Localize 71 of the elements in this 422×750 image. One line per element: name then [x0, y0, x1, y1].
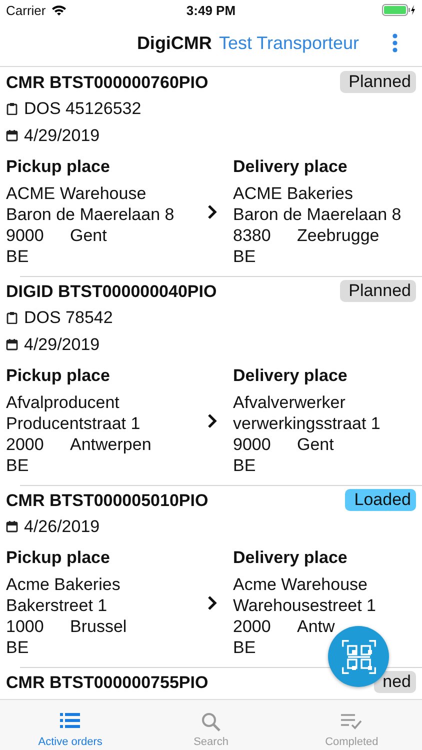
company-name: ACME Warehouse: [6, 183, 146, 204]
status-badge: ned: [374, 671, 416, 693]
country-code: BE: [6, 246, 29, 267]
city-name: Gent: [297, 434, 334, 455]
company-name: Afvalverwerker: [233, 392, 346, 413]
dossier-number: DOS 45126532: [24, 98, 142, 119]
order-date: 4/26/2019: [24, 516, 100, 537]
postal-code: 9000: [233, 434, 272, 455]
street-address: Warehousestreet 1: [233, 595, 376, 616]
more-icon: [392, 33, 398, 53]
wifi-icon: [50, 4, 67, 16]
calendar-icon: [6, 129, 18, 142]
calendar-icon: [6, 338, 18, 351]
company-name: Afvalproducent: [6, 392, 120, 413]
tab-button[interactable]: Completed: [281, 700, 422, 750]
order-date: 4/29/2019: [24, 334, 100, 355]
postal-code: 2000: [233, 616, 272, 637]
chevron-right-icon: [207, 204, 217, 220]
postal-code: 9000: [6, 225, 45, 246]
chevron-right-icon: [207, 594, 217, 610]
city-name: Brussel: [70, 616, 127, 637]
checklist-icon: [341, 712, 362, 732]
dossier-number: DOS 78542: [24, 307, 113, 328]
battery-icon: [382, 4, 416, 16]
order-title: CMR BTST000005010PIO: [6, 490, 208, 510]
more-menu-button[interactable]: [392, 33, 398, 53]
status-badge: Planned: [340, 280, 416, 302]
tab-button[interactable]: Search: [140, 700, 282, 750]
clock-time: 3:49 PM: [186, 2, 236, 18]
clipboard-icon: [6, 311, 18, 324]
city-name: Zeebrugge: [297, 225, 380, 246]
order-title: CMR BTST000000760PIO: [6, 72, 208, 92]
delivery-label: Delivery place: [233, 365, 348, 386]
country-code: BE: [6, 455, 29, 476]
city-name: Gent: [70, 225, 107, 246]
carrier-name: Carrier: [6, 2, 46, 18]
calendar-icon: [6, 520, 18, 533]
street-address: Producentstraat 1: [6, 413, 140, 434]
company-name: Acme Warehouse: [233, 574, 368, 595]
chevron-right-icon: [207, 412, 217, 428]
country-code: BE: [233, 637, 256, 658]
street-address: verwerkingsstraat 1: [233, 413, 380, 434]
qr-code-icon: [342, 640, 376, 674]
search-icon: [200, 712, 222, 732]
delivery-label: Delivery place: [233, 547, 348, 568]
postal-code: 8380: [233, 225, 272, 246]
company-name: ACME Bakeries: [233, 183, 353, 204]
status-badge: Planned: [340, 71, 416, 93]
postal-code: 2000: [6, 434, 45, 455]
order-title: CMR BTST000000755PIO: [6, 672, 208, 692]
country-code: BE: [233, 455, 256, 476]
company-name: Acme Bakeries: [6, 574, 120, 595]
city-name: Antwerpen: [70, 434, 152, 455]
app-title: DigiCMR: [136, 32, 212, 54]
order-title: DIGID BTST000000040PIO: [6, 280, 217, 302]
street-address: Bakerstreet 1: [6, 595, 108, 616]
clipboard-icon: [6, 102, 18, 115]
status-badge: Loaded: [345, 489, 416, 511]
delivery-label: Delivery place: [233, 156, 348, 177]
order-date: 4/29/2019: [24, 125, 100, 146]
street-address: Baron de Maerelaan 8: [6, 204, 174, 225]
postal-code: 1000: [6, 616, 45, 637]
pickup-label: Pickup place: [6, 547, 110, 568]
country-code: BE: [6, 637, 29, 658]
street-address: Baron de Maerelaan 8: [233, 204, 402, 225]
pickup-label: Pickup place: [6, 365, 110, 386]
tab-button[interactable]: Active orders: [0, 700, 141, 750]
country-code: BE: [233, 246, 256, 267]
pickup-label: Pickup place: [6, 156, 110, 177]
account-name[interactable]: Test Transporteur: [218, 32, 359, 54]
city-name: Antw: [297, 616, 335, 637]
